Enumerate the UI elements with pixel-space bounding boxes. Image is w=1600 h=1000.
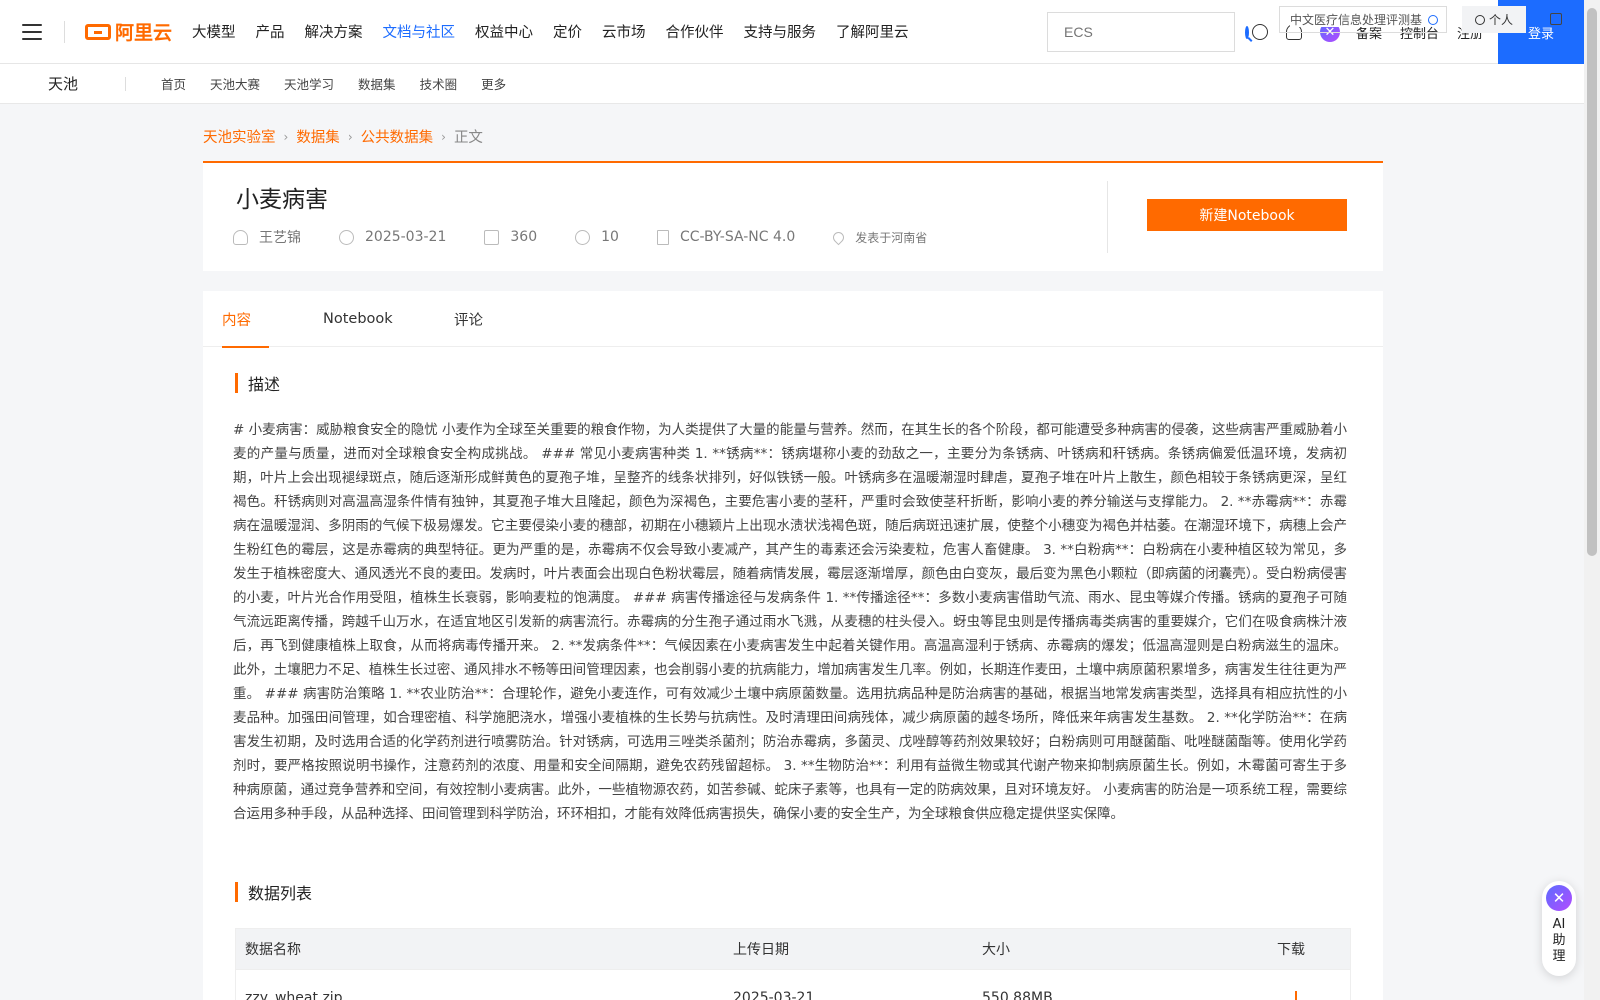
col-size: 大小 — [982, 942, 1010, 958]
col-name: 数据名称 — [245, 942, 301, 958]
dataset-header-card: 小麦病害 王艺锦 2025-03-21 360 10 CC-BY-SA-NC 4… — [203, 161, 1383, 271]
user-icon — [1474, 14, 1485, 25]
page-scrollbar[interactable] — [1584, 0, 1600, 1000]
subnav-tech-circle[interactable]: 技术圈 — [420, 74, 458, 93]
table-header: 数据名称 上传日期 大小 下载 — [236, 929, 1350, 969]
chevron-right-icon: › — [283, 129, 289, 144]
nav-item-benefits[interactable]: 权益中心 — [475, 21, 533, 42]
description-heading: 描述 — [235, 371, 280, 395]
chevron-right-icon: › — [347, 129, 353, 144]
subnav-learning[interactable]: 天池学习 — [284, 74, 334, 93]
content-tabs: 内容 Notebook 评论 — [203, 291, 1383, 348]
subnav-search — [1279, 6, 1447, 33]
chevron-right-icon: › — [441, 129, 446, 144]
tab-notebook[interactable]: Notebook — [323, 291, 393, 347]
col-download: 下载 — [1277, 942, 1305, 958]
datalist-heading: 数据列表 — [235, 880, 312, 904]
breadcrumb-datasets[interactable]: 数据集 — [296, 126, 340, 147]
section-accent-bar — [235, 882, 238, 902]
dashboard-icon[interactable] — [1252, 24, 1268, 40]
divider — [125, 76, 126, 91]
breadcrumb: 天池实验室 › 数据集 › 公共数据集 › 正文 — [203, 126, 483, 147]
subnav-competitions[interactable]: 天池大赛 — [210, 74, 260, 93]
file-size: 550.88MB — [982, 989, 1053, 1000]
description-heading-label: 描述 — [248, 375, 281, 394]
meta-downloads: 360 — [484, 229, 537, 245]
nav-item-llm[interactable]: 大模型 — [192, 21, 236, 42]
ai-assistant-label: AI助理 — [1552, 917, 1566, 964]
clock-icon — [339, 229, 354, 245]
personal-button[interactable]: 个人 — [1462, 6, 1526, 33]
tab-content[interactable]: 内容 — [222, 291, 269, 348]
search-icon[interactable] — [1245, 25, 1249, 39]
ai-assistant-icon: ✕ — [1546, 885, 1572, 911]
meta-date: 2025-03-21 — [339, 229, 446, 245]
new-notebook-button[interactable]: 新建Notebook — [1147, 199, 1347, 231]
dataset-meta: 王艺锦 2025-03-21 360 10 CC-BY-SA-NC 4.0 发表… — [233, 227, 965, 247]
publish-date: 2025-03-21 — [365, 229, 447, 245]
license: CC-BY-SA-NC 4.0 — [679, 229, 796, 245]
subnav-home[interactable]: 首页 — [161, 74, 186, 93]
section-accent-bar — [235, 373, 238, 393]
meta-shares: 10 — [575, 229, 619, 245]
download-icon — [484, 229, 500, 245]
meta-author: 王艺锦 — [233, 227, 301, 247]
table-row: zzy_wheat.zip 2025-03-21 550.88MB — [236, 969, 1350, 1000]
aliyun-logo-icon — [85, 23, 111, 40]
divider — [1107, 181, 1108, 253]
subnav-more[interactable]: 更多 — [481, 74, 506, 93]
scrollbar-thumb[interactable] — [1587, 8, 1597, 556]
description-text: # 小麦病害：威胁粮食安全的隐忧 小麦作为全球至关重要的粮食作物，为人类提供了大… — [233, 422, 1347, 822]
user-icon — [233, 229, 248, 245]
datalist-heading-label: 数据列表 — [248, 884, 313, 903]
ai-assistant-button[interactable]: ✕ AI助理 — [1542, 881, 1576, 976]
download-icon[interactable] — [1290, 990, 1302, 1000]
location-pin-icon — [830, 229, 847, 245]
menu-icon[interactable] — [22, 23, 42, 40]
search-icon[interactable] — [1428, 14, 1438, 25]
aliyun-logo[interactable]: 阿里云 — [85, 18, 172, 45]
divider — [64, 20, 65, 43]
global-search — [1047, 12, 1249, 52]
file-upload-date: 2025-03-21 — [733, 989, 815, 1000]
share-count: 10 — [601, 229, 619, 245]
document-icon — [656, 229, 669, 245]
col-upload-date: 上传日期 — [733, 942, 789, 958]
nav-item-support[interactable]: 支持与服务 — [744, 21, 817, 42]
nav-item-marketplace[interactable]: 云市场 — [602, 21, 646, 42]
logo-text: 阿里云 — [115, 22, 173, 44]
subnav-search-input[interactable] — [1290, 12, 1428, 27]
meta-location: 发表于河南省 — [830, 229, 928, 246]
nav-item-products[interactable]: 产品 — [256, 21, 285, 42]
nav-item-docs-community[interactable]: 文档与社区 — [383, 21, 456, 42]
nav-item-partners[interactable]: 合作伙伴 — [666, 21, 724, 42]
personal-label: 个人 — [1488, 13, 1513, 27]
tab-comments[interactable]: 评论 — [454, 291, 483, 347]
main-nav: 大模型 产品 解决方案 文档与社区 权益中心 定价 云市场 合作伙伴 支持与服务… — [192, 0, 929, 64]
switch-icon[interactable] — [1550, 13, 1562, 25]
download-count: 360 — [510, 229, 538, 245]
share-icon — [575, 229, 591, 245]
tianchi-brand[interactable]: 天池 — [48, 73, 125, 94]
author-name[interactable]: 王艺锦 — [259, 227, 301, 247]
global-search-input[interactable] — [1064, 24, 1245, 40]
location: 发表于河南省 — [855, 230, 928, 245]
tianchi-subnav: 天池 首页 天池大赛 天池学习 数据集 技术圈 更多 — [0, 64, 1584, 104]
page-title: 小麦病害 — [236, 187, 328, 213]
dataset-content-card: 内容 Notebook 评论 描述 # 小麦病害：威胁粮食安全的隐忧 小麦作为全… — [203, 291, 1383, 1000]
breadcrumb-current: 正文 — [453, 130, 483, 146]
meta-license: CC-BY-SA-NC 4.0 — [656, 229, 796, 245]
file-name[interactable]: zzy_wheat.zip — [245, 990, 343, 1000]
subnav-datasets[interactable]: 数据集 — [358, 74, 396, 93]
nav-item-solutions[interactable]: 解决方案 — [305, 21, 363, 42]
nav-item-about[interactable]: 了解阿里云 — [836, 21, 909, 42]
data-table: 数据名称 上传日期 大小 下载 zzy_wheat.zip 2025-03-21… — [235, 928, 1351, 1000]
breadcrumb-lab[interactable]: 天池实验室 — [203, 126, 276, 147]
nav-item-pricing[interactable]: 定价 — [553, 21, 582, 42]
breadcrumb-public-datasets[interactable]: 公共数据集 — [361, 126, 434, 147]
